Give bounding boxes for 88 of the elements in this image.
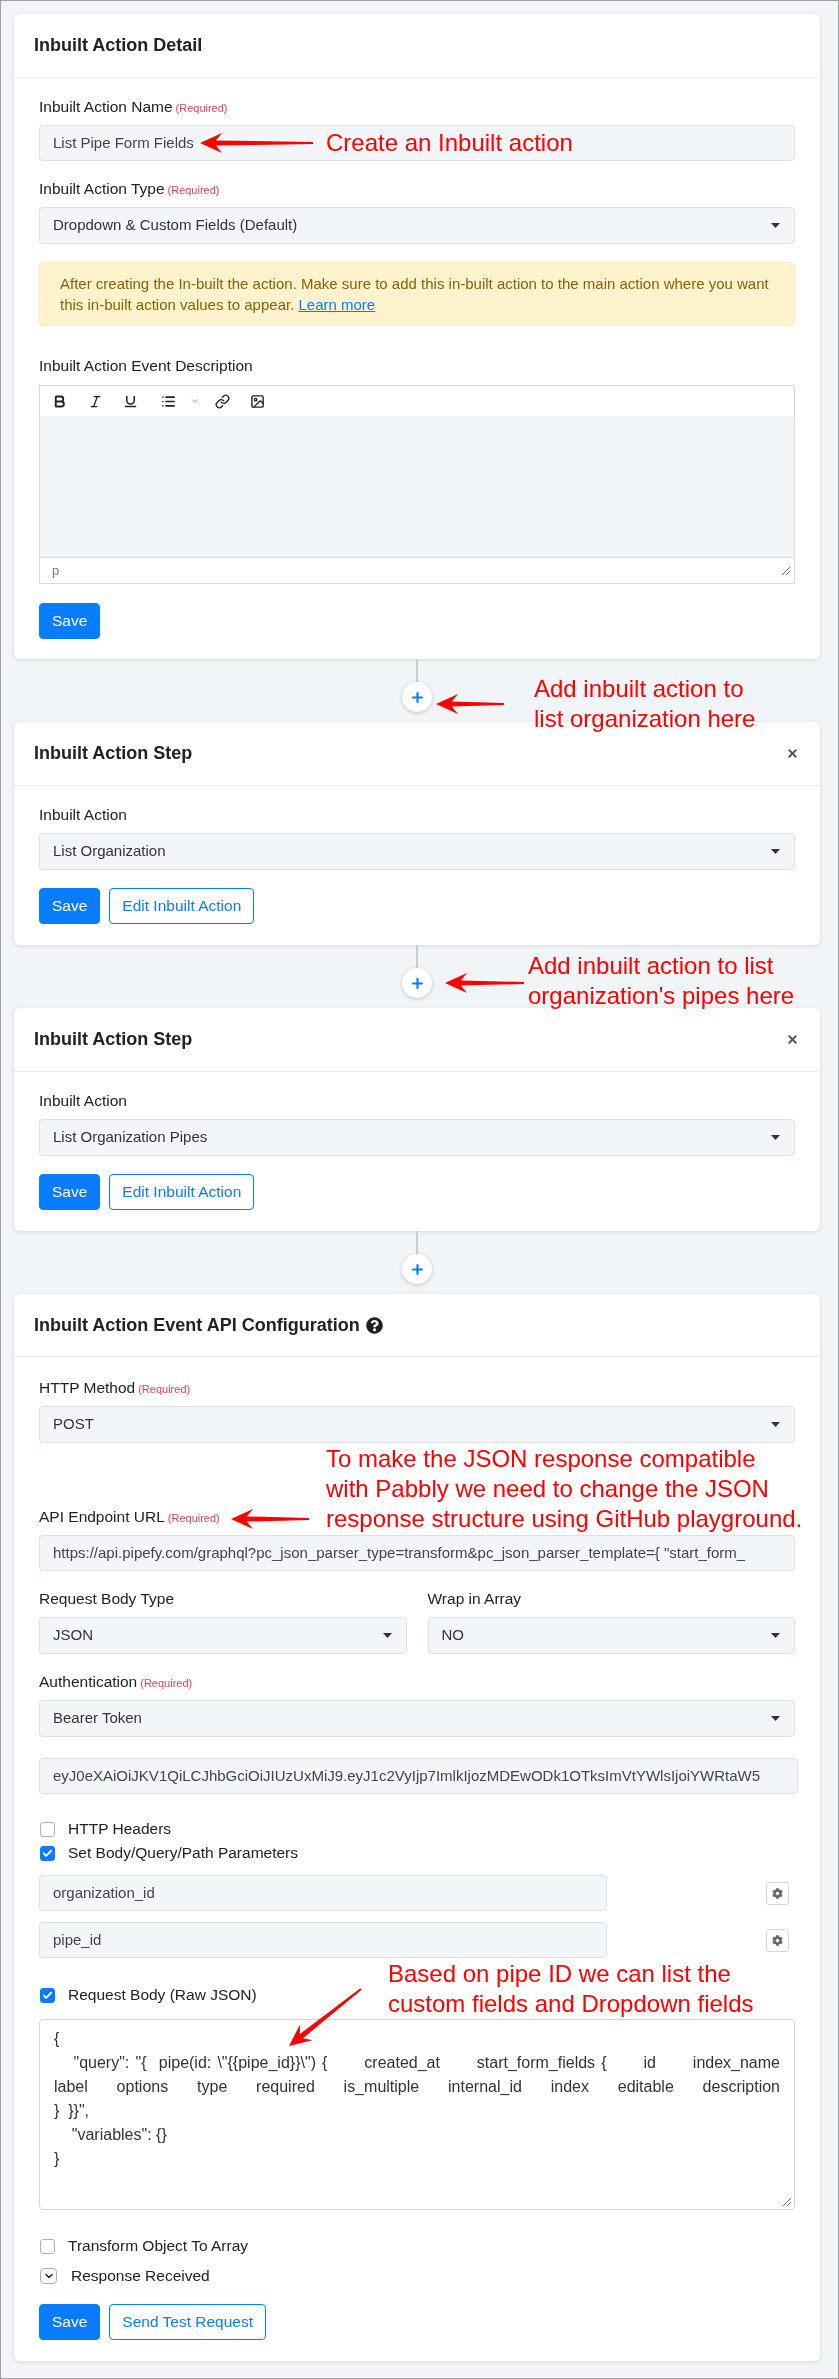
field-label: Inbuilt Action xyxy=(39,805,127,825)
toggle-label: Response Received xyxy=(71,2266,210,2287)
element-path: p xyxy=(52,561,60,580)
caret-icon xyxy=(771,1716,780,1721)
text-input[interactable]: https://api.pipefy.com/graphql?pc_json_parser_type=transform&pc_json_parser_template={ "start_form_ xyxy=(39,1535,795,1571)
annotation-arrow xyxy=(436,694,504,714)
required-note: (Required) xyxy=(138,1382,191,1396)
add-step-button[interactable] xyxy=(402,682,432,712)
field-label: Authentication xyxy=(39,1672,138,1692)
checkbox-label: HTTP Headers xyxy=(68,1819,172,1840)
caret-icon xyxy=(771,1135,780,1140)
plus-icon xyxy=(409,975,425,991)
checkbox[interactable] xyxy=(40,1845,55,1861)
bold-icon[interactable] xyxy=(52,393,67,409)
caret-icon xyxy=(771,1633,780,1638)
edit-button[interactable]: Edit Inbuilt Action xyxy=(109,1174,255,1210)
alert-message: After creating the In-built the action. Make sure to add this in-built action to the main action where you want this in-built action values to appear. Learn more xyxy=(39,262,795,326)
save-button[interactable]: Save xyxy=(39,2304,101,2340)
caret-icon xyxy=(771,1422,780,1427)
add-step-button[interactable] xyxy=(402,1254,432,1284)
field-label: Inbuilt Action Type xyxy=(39,179,165,199)
required-note: (Required) xyxy=(167,1511,220,1525)
plus-icon xyxy=(409,1261,425,1277)
resize-grip-icon xyxy=(783,2198,791,2206)
bullet-list-icon[interactable] xyxy=(161,393,176,409)
checkmark-icon xyxy=(42,1989,53,2001)
field-label: Inbuilt Action Name xyxy=(39,97,173,117)
text-input[interactable]: eyJ0eXAiOiJKV1QiLCJhbGciOiJIUzUxMiJ9.eyJ1c2VyIjp7ImlkIjozMDEwODk1OTksImVtYWlsIjoiYWRtaW5 xyxy=(39,1758,798,1794)
annotation-text: Add inbuilt action to list organization's pipes here xyxy=(528,951,795,1011)
dropdown[interactable]: NO xyxy=(427,1617,795,1654)
field-label: HTTP Method xyxy=(39,1378,136,1398)
dropdown[interactable]: Dropdown & Custom Fields (Default) xyxy=(39,207,795,244)
text-input[interactable]: pipe_id xyxy=(39,1922,607,1958)
editor-input-area[interactable] xyxy=(40,416,794,557)
checkbox-label: Request Body (Raw JSON) xyxy=(68,1985,257,2006)
annotation-text: Based on pipe ID we can list the custom fields and Dropdown fields xyxy=(388,1959,754,2019)
card-title: Inbuilt Action Event API Configuration xyxy=(34,1313,360,1337)
resize-grip-icon xyxy=(782,566,790,575)
field-label: Request Body Type xyxy=(39,1589,174,1609)
caret-icon xyxy=(382,1633,392,1638)
learn-more-link[interactable]: Learn more xyxy=(298,296,376,313)
annotation-text: To make the JSON response compatible with Pabbly we need to change the JSON response structure using GitHub playground. xyxy=(326,1444,803,1534)
checkbox[interactable] xyxy=(40,1821,55,1837)
send-test-request-button[interactable]: Send Test Request xyxy=(109,2304,267,2340)
required-note: (Required) xyxy=(140,1676,193,1690)
checkbox-label: Set Body/Query/Path Parameters xyxy=(68,1843,299,1864)
add-step-button[interactable] xyxy=(402,968,432,998)
close-icon[interactable] xyxy=(786,1033,799,1046)
italic-icon[interactable] xyxy=(88,393,103,409)
annotation-text: Create an Inbuilt action xyxy=(326,128,573,158)
settings-button[interactable] xyxy=(766,1881,789,1905)
gear-icon xyxy=(772,1934,783,1946)
checkbox[interactable] xyxy=(40,2238,55,2254)
field-label: Inbuilt Action Event Description xyxy=(39,356,253,376)
save-button[interactable]: Save xyxy=(39,603,101,639)
text-input[interactable]: organization_id xyxy=(39,1875,607,1911)
edit-button[interactable]: Edit Inbuilt Action xyxy=(109,888,255,924)
caret-icon xyxy=(771,849,780,854)
field-label: Wrap in Array xyxy=(427,1589,522,1609)
underline-icon[interactable] xyxy=(123,393,138,409)
dropdown[interactable]: Bearer Token xyxy=(39,1700,795,1737)
save-button[interactable]: Save xyxy=(39,888,101,924)
dropdown[interactable]: List Organization xyxy=(39,833,795,870)
checkbox[interactable] xyxy=(40,1987,55,2003)
dropdown[interactable]: List Organization Pipes xyxy=(39,1119,795,1156)
card-title: Inbuilt Action Step xyxy=(34,1028,193,1051)
card-title: Inbuilt Action Step xyxy=(34,742,193,765)
settings-button[interactable] xyxy=(766,1928,789,1952)
caret-icon xyxy=(771,223,780,228)
help-icon[interactable] xyxy=(365,1316,383,1334)
close-icon[interactable] xyxy=(786,747,799,760)
code-textarea[interactable]: { "query": "{ pipe(id: \"{{pipe_id}}\") { created_at start_form_fields { id index_name label options type required is_multiple internal_id index editable description } }}", "variables": {} } xyxy=(39,2019,795,2210)
checkbox-label: Transform Object To Array xyxy=(68,2236,249,2257)
expand-toggle[interactable] xyxy=(40,2268,57,2284)
gear-icon xyxy=(772,1887,783,1899)
save-button[interactable]: Save xyxy=(39,1174,101,1210)
field-label: API Endpoint URL xyxy=(39,1507,165,1527)
checkmark-icon xyxy=(42,1847,53,1859)
image-icon[interactable] xyxy=(250,393,265,409)
link-icon[interactable] xyxy=(215,393,230,409)
required-note: (Required) xyxy=(167,183,220,197)
dropdown[interactable]: JSON xyxy=(39,1617,407,1654)
required-note: (Required) xyxy=(175,101,228,115)
field-label: Inbuilt Action xyxy=(39,1091,127,1111)
dropdown[interactable]: POST xyxy=(39,1406,795,1443)
annotation-text: Add inbuilt action to list organization here xyxy=(534,674,756,734)
plus-icon xyxy=(409,689,425,705)
card-title: Inbuilt Action Detail xyxy=(34,34,203,57)
